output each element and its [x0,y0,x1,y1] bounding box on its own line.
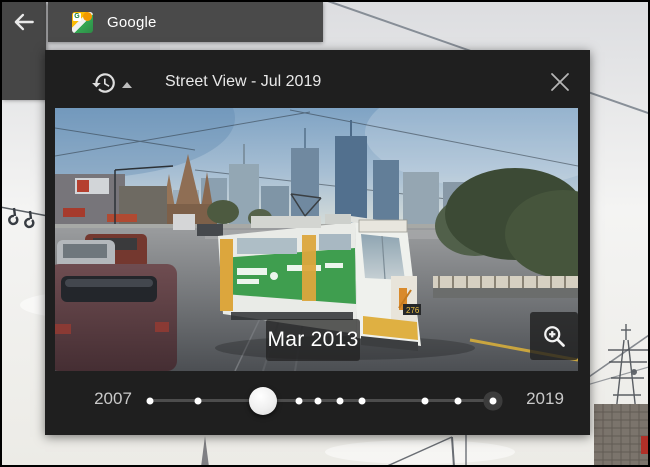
timeline-dot[interactable] [337,397,344,404]
timeline-start-year: 2007 [81,389,145,409]
panel-title: Street View - Jul 2019 [165,73,321,91]
timeline-dot[interactable] [315,397,322,404]
tram-number: 276 [406,306,420,315]
zoom-in-button[interactable] [530,312,578,360]
close-x-icon [548,70,572,94]
magnifier-plus-icon [541,323,568,350]
timeline-dot[interactable] [358,397,365,404]
app-chip-label: Google [107,14,157,31]
timeline-end-year: 2019 [513,389,577,409]
street-view-screen: G Google Street View - Jul 2019 [0,0,650,467]
timeline-track[interactable] [150,399,493,402]
timeline-dot-current[interactable] [490,397,497,404]
timeline-dot[interactable] [455,397,462,404]
timeline-dot[interactable] [422,397,429,404]
history-clock-icon [91,70,117,96]
triangle-up-icon [122,82,132,88]
date-chip: Mar 2013 [266,319,360,361]
arrow-left-icon [11,9,37,35]
back-button[interactable] [2,2,46,100]
building-silhouette [594,404,650,467]
timeline-dot[interactable] [295,397,302,404]
google-app-chip[interactable]: G Google [48,2,323,42]
timeline-dot[interactable] [147,397,154,404]
street-view-icon: G [72,12,93,33]
maps-g-badge: G [73,13,81,21]
time-machine-panel: Street View - Jul 2019 [45,50,590,435]
timeline-dot[interactable] [195,397,202,404]
close-button[interactable] [546,68,574,96]
history-dropdown-button[interactable] [91,66,149,100]
pegman-head [83,12,92,21]
street-view-photo[interactable]: 276 Mar 2013 [55,108,578,371]
timeline-handle[interactable] [249,387,277,415]
